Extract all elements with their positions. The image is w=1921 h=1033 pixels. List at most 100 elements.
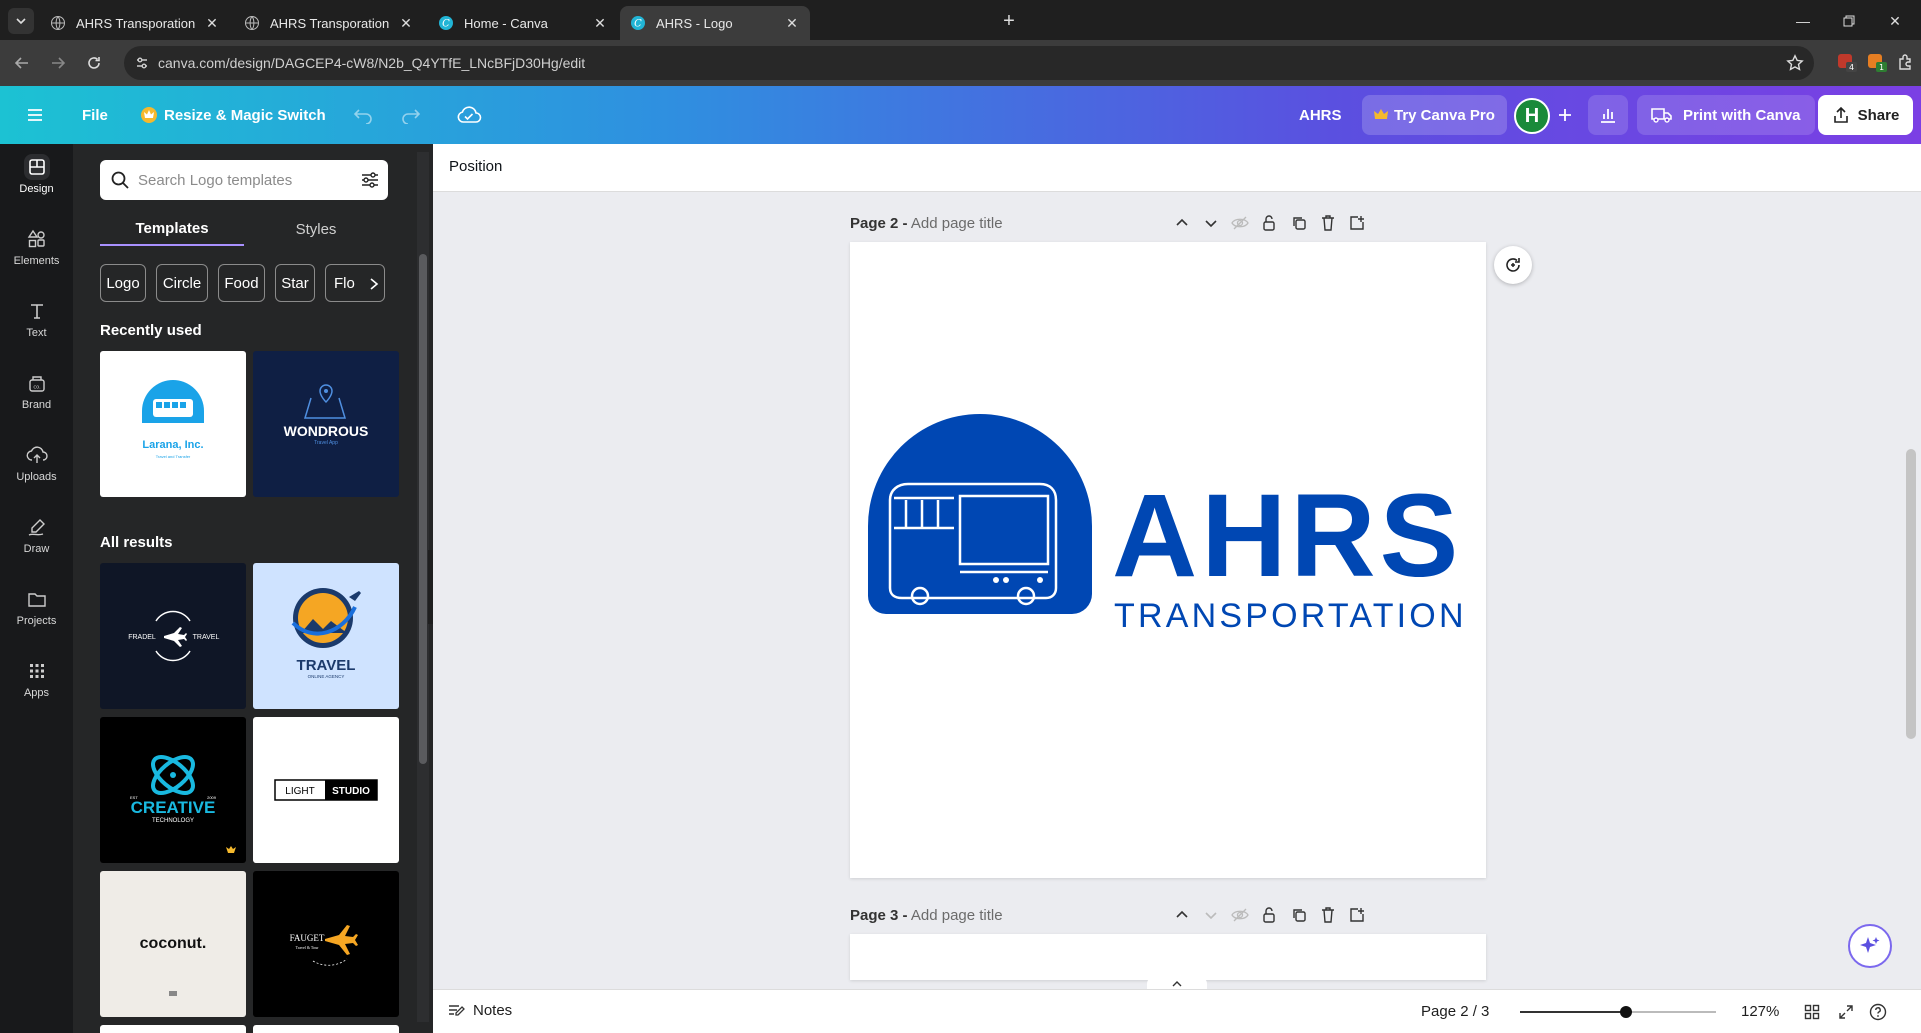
zoom-slider[interactable] xyxy=(1520,1006,1716,1018)
rail-item-uploads[interactable]: Uploads xyxy=(0,432,73,492)
design-page-2[interactable]: AHRS TRANSPORTATION xyxy=(850,242,1486,878)
position-button[interactable]: Position xyxy=(449,158,502,175)
magic-assistant-button[interactable] xyxy=(1848,924,1892,968)
workspace-scrollbar-thumb[interactable] xyxy=(1906,449,1916,739)
move-page-up-button[interactable] xyxy=(1172,905,1192,925)
file-menu-button[interactable]: File xyxy=(82,100,108,130)
add-page-button[interactable] xyxy=(1347,213,1367,233)
filter-chip-star[interactable]: Star xyxy=(275,264,315,302)
filter-chip-flo[interactable]: Flo xyxy=(325,264,385,302)
rail-item-elements[interactable]: Elements xyxy=(0,216,73,276)
fullscreen-button[interactable] xyxy=(1835,1001,1857,1023)
template-thumb-partial[interactable] xyxy=(100,1025,246,1033)
browser-tab-3[interactable]: C Home - Canva ✕ xyxy=(428,6,618,40)
template-thumb-light-studio[interactable]: LIGHT STUDIO xyxy=(253,717,399,863)
template-thumb-creative-tech[interactable]: EST 2009 CREATIVE TECHNOLOGY xyxy=(100,717,246,863)
extension-red-icon[interactable]: 4 xyxy=(1836,51,1858,73)
filter-chip-food[interactable]: Food xyxy=(218,264,265,302)
delete-page-button[interactable] xyxy=(1318,905,1338,925)
page-indicator[interactable]: Page 2 / 3 xyxy=(1421,1003,1489,1020)
page-title-label[interactable]: Page 2 - Add page title xyxy=(850,215,1003,232)
cloud-saved-status[interactable] xyxy=(456,100,482,130)
close-icon[interactable]: ✕ xyxy=(592,15,608,31)
add-page-title[interactable]: Add page title xyxy=(911,907,1003,924)
rail-item-text[interactable]: Text xyxy=(0,288,73,348)
design-title[interactable]: AHRS xyxy=(1299,100,1342,130)
filter-chip-logo[interactable]: Logo xyxy=(100,264,146,302)
back-button[interactable] xyxy=(8,49,36,77)
rail-item-projects[interactable]: Projects xyxy=(0,576,73,636)
rail-item-design[interactable]: Design xyxy=(0,144,73,204)
rail-item-apps[interactable]: Apps xyxy=(0,648,73,708)
delete-page-button[interactable] xyxy=(1318,213,1338,233)
panel-scrollbar-thumb[interactable] xyxy=(419,254,427,764)
avatar[interactable]: H xyxy=(1514,98,1550,134)
browser-tab-1[interactable]: AHRS Transporation ✕ xyxy=(40,6,230,40)
redo-button[interactable] xyxy=(400,100,422,130)
print-with-canva-button[interactable]: Print with Canva xyxy=(1637,95,1815,135)
share-button[interactable]: Share xyxy=(1818,95,1913,135)
template-thumb-travel-agency[interactable]: TRAVEL ONLINE AGENCY xyxy=(253,563,399,709)
minimize-button[interactable]: — xyxy=(1780,8,1826,34)
filter-sliders-icon[interactable] xyxy=(360,170,380,190)
template-thumb-partial[interactable] xyxy=(253,1025,399,1033)
lock-page-button[interactable] xyxy=(1259,213,1279,233)
duplicate-page-button[interactable] xyxy=(1289,905,1309,925)
notes-button[interactable]: Notes xyxy=(447,1002,512,1019)
template-thumb-larana[interactable]: Larana, Inc. Travel and Transfer xyxy=(100,351,246,497)
template-thumb-coconut[interactable]: coconut. xyxy=(100,871,246,1017)
page-title-label[interactable]: Page 3 - Add page title xyxy=(850,907,1003,924)
tab-templates[interactable]: Templates xyxy=(100,212,244,246)
extension-orange-icon[interactable]: 1 xyxy=(1866,51,1888,73)
site-info-icon[interactable] xyxy=(132,53,152,73)
move-page-down-button[interactable] xyxy=(1201,905,1221,925)
zoom-level[interactable]: 127% xyxy=(1741,1003,1779,1020)
resize-magic-switch-button[interactable]: Resize & Magic Switch xyxy=(140,100,326,130)
template-thumb-wondrous[interactable]: WONDROUS Travel App xyxy=(253,351,399,497)
address-bar[interactable]: canva.com/design/DAGCEP4-cW8/N2b_Q4YTfE_… xyxy=(124,46,1814,80)
rail-item-draw[interactable]: Draw xyxy=(0,504,73,564)
filter-chip-circle[interactable]: Circle xyxy=(156,264,208,302)
rail-item-brand[interactable]: co. Brand xyxy=(0,360,73,420)
add-page-button[interactable] xyxy=(1347,905,1367,925)
template-thumb-fauget[interactable]: FAUGET Travel & Tour xyxy=(253,871,399,1017)
url-text: canva.com/design/DAGCEP4-cW8/N2b_Q4YTfE_… xyxy=(158,55,586,71)
insights-button[interactable] xyxy=(1588,95,1628,135)
new-tab-button[interactable]: + xyxy=(996,8,1022,34)
page-refresh-button[interactable] xyxy=(1494,246,1532,284)
zoom-slider-handle[interactable] xyxy=(1619,1006,1632,1018)
hide-page-button[interactable] xyxy=(1230,905,1250,925)
help-button[interactable] xyxy=(1867,1001,1889,1023)
grid-view-button[interactable] xyxy=(1801,1001,1823,1023)
invite-button[interactable] xyxy=(1556,100,1574,130)
tab-search-button[interactable] xyxy=(8,8,34,34)
hide-page-button[interactable] xyxy=(1230,213,1250,233)
lock-page-button[interactable] xyxy=(1259,905,1279,925)
close-icon[interactable]: ✕ xyxy=(784,15,800,31)
chevron-right-icon[interactable] xyxy=(368,277,380,291)
close-icon[interactable]: ✕ xyxy=(204,15,220,31)
template-thumb-fradel-travel[interactable]: FRADEL TRAVEL xyxy=(100,563,246,709)
browser-tab-2[interactable]: AHRS Transporation ✕ xyxy=(234,6,424,40)
reload-button[interactable] xyxy=(80,49,108,77)
extensions-puzzle-icon[interactable] xyxy=(1895,51,1917,73)
add-page-title[interactable]: Add page title xyxy=(911,215,1003,232)
main-menu-button[interactable] xyxy=(26,100,44,130)
restore-button[interactable] xyxy=(1826,8,1872,34)
undo-button[interactable] xyxy=(352,100,374,130)
tab-styles[interactable]: Styles xyxy=(244,212,388,246)
move-page-down-button[interactable] xyxy=(1201,213,1221,233)
design-page-3[interactable] xyxy=(850,934,1486,980)
close-icon[interactable]: ✕ xyxy=(398,15,414,31)
try-canva-pro-button[interactable]: Try Canva Pro xyxy=(1362,95,1507,135)
template-search-box[interactable] xyxy=(100,160,388,200)
zoom-slider-fill xyxy=(1520,1011,1626,1013)
bookmark-star-icon[interactable] xyxy=(1786,54,1804,72)
ahrs-logo[interactable]: AHRS TRANSPORTATION xyxy=(850,242,1486,878)
forward-button[interactable] xyxy=(44,49,72,77)
move-page-up-button[interactable] xyxy=(1172,213,1192,233)
browser-tab-4[interactable]: C AHRS - Logo ✕ xyxy=(620,6,810,40)
search-input[interactable] xyxy=(138,169,358,191)
window-close-button[interactable]: ✕ xyxy=(1872,8,1918,34)
duplicate-page-button[interactable] xyxy=(1289,213,1309,233)
